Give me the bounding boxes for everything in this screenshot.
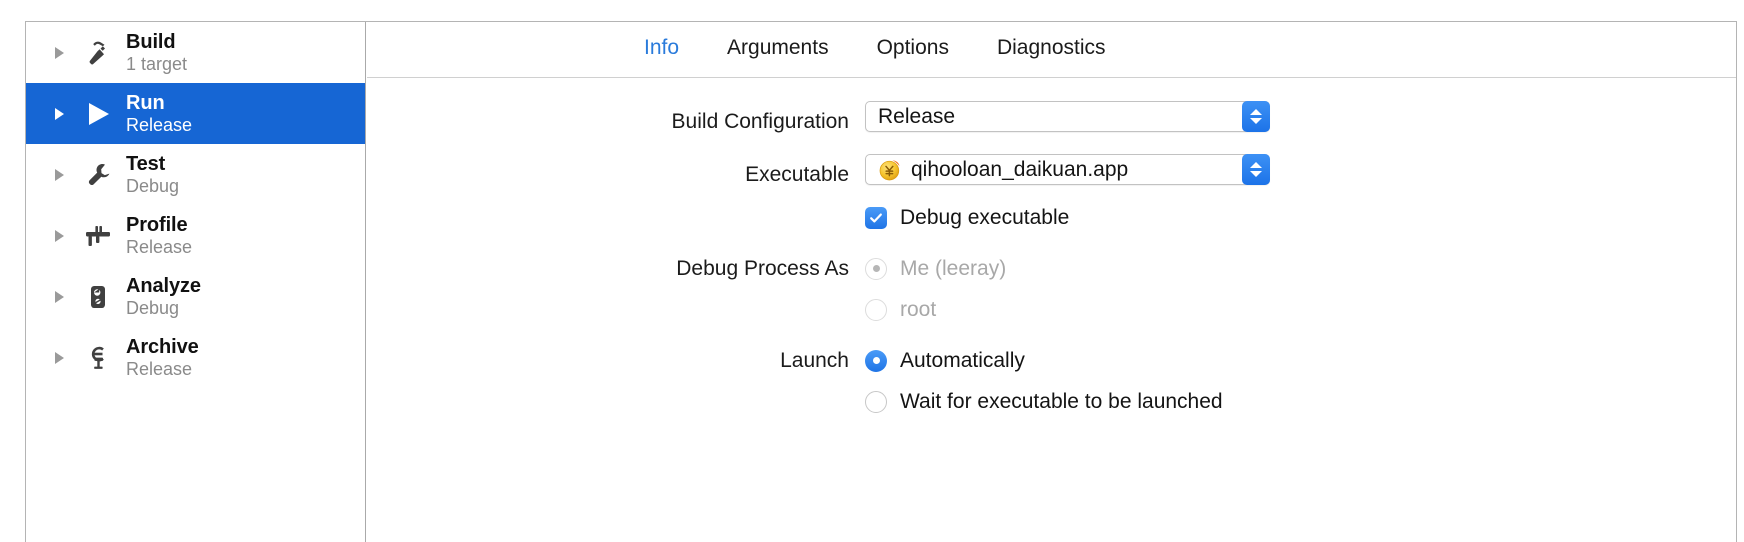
sidebar-item-analyze[interactable]: Analyze Debug xyxy=(26,266,365,327)
executable-row: Executable qihooloan_daikuan.app xyxy=(367,154,1736,187)
sidebar-item-archive-subtitle: Release xyxy=(126,359,193,380)
disclosure-triangle-profile[interactable] xyxy=(26,229,76,242)
sidebar-item-profile-subtitle: Release xyxy=(126,237,193,258)
detail-tabbar: Info Arguments Options Diagnostics xyxy=(367,22,1736,78)
radio-launch-wait[interactable] xyxy=(865,390,887,413)
executable-value: qihooloan_daikuan.app xyxy=(911,157,1129,181)
sidebar-item-test-text: Test Debug xyxy=(126,153,179,197)
debug-process-as-option-me[interactable]: Me (leeray) xyxy=(865,248,1736,289)
sidebar-item-build-text: Build 1 target xyxy=(126,31,187,75)
scheme-actions-sidebar: Build 1 target Run Release Test Debug Pr… xyxy=(26,22,366,542)
debug-process-as-option-root[interactable]: root xyxy=(865,289,1736,330)
launch-wait-label: Wait for executable to be launched xyxy=(900,389,1223,413)
executable-label: Executable xyxy=(745,163,849,186)
executable-select[interactable]: qihooloan_daikuan.app xyxy=(865,154,1270,185)
scheme-detail-pane: Info Arguments Options Diagnostics Build… xyxy=(367,22,1736,542)
sidebar-item-profile[interactable]: Profile Release xyxy=(26,205,365,266)
sidebar-item-run[interactable]: Run Release xyxy=(26,83,365,144)
sidebar-item-build-title: Build xyxy=(126,30,176,53)
sidebar-item-test-title: Test xyxy=(126,152,166,175)
play-icon xyxy=(78,99,118,129)
wrench-icon xyxy=(78,160,118,190)
build-configuration-value: Release xyxy=(878,104,956,128)
chevron-updown-icon-executable[interactable] xyxy=(1242,154,1270,185)
disclosure-triangle-archive[interactable] xyxy=(26,351,76,364)
tab-info[interactable]: Info xyxy=(620,36,703,60)
sidebar-item-archive[interactable]: Archive Release xyxy=(26,327,365,388)
radio-launch-automatically[interactable] xyxy=(865,349,887,372)
sidebar-item-test-subtitle: Debug xyxy=(126,176,180,197)
analyze-icon xyxy=(78,282,118,312)
launch-automatically-label: Automatically xyxy=(900,348,1025,372)
debug-executable-label: Debug executable xyxy=(900,205,1070,229)
sidebar-item-analyze-text: Analyze Debug xyxy=(126,275,201,319)
sidebar-item-profile-title: Profile xyxy=(126,213,188,236)
tab-arguments[interactable]: Arguments xyxy=(703,36,853,60)
sidebar-item-build[interactable]: Build 1 target xyxy=(26,22,365,83)
debug-process-root-label: root xyxy=(900,297,937,321)
radio-debug-process-me[interactable] xyxy=(865,257,887,280)
debug-executable-row: Debug executable xyxy=(367,197,1736,238)
sidebar-item-test[interactable]: Test Debug xyxy=(26,144,365,205)
window-left-margin xyxy=(0,0,25,542)
sidebar-item-run-subtitle: Release xyxy=(126,115,193,136)
sidebar-item-archive-text: Archive Release xyxy=(126,336,199,380)
tab-diagnostics[interactable]: Diagnostics xyxy=(973,36,1130,60)
disclosure-triangle-build[interactable] xyxy=(26,46,76,59)
debug-executable-control[interactable]: Debug executable xyxy=(865,197,1736,238)
xcode-scheme-editor-window: Build 1 target Run Release Test Debug Pr… xyxy=(0,0,1744,542)
clamp-icon xyxy=(78,343,118,373)
build-configuration-label: Build Configuration xyxy=(671,110,849,133)
tab-options[interactable]: Options xyxy=(853,36,973,60)
tab-list: Info Arguments Options Diagnostics xyxy=(620,36,1130,60)
caliper-icon xyxy=(78,221,118,251)
sidebar-item-analyze-title: Analyze xyxy=(126,274,201,297)
build-configuration-row: Build Configuration Release xyxy=(367,101,1736,134)
launch-label: Launch xyxy=(780,349,849,372)
debug-process-as-row: Debug Process As Me (leeray) root xyxy=(367,248,1736,330)
launch-option-wait[interactable]: Wait for executable to be launched xyxy=(865,381,1736,422)
sidebar-item-run-title: Run xyxy=(126,91,165,114)
disclosure-triangle-run[interactable] xyxy=(26,107,76,120)
sidebar-item-run-text: Run Release xyxy=(126,92,192,136)
disclosure-triangle-test[interactable] xyxy=(26,168,76,181)
launch-option-automatically[interactable]: Automatically xyxy=(865,340,1736,381)
build-configuration-select[interactable]: Release xyxy=(865,101,1270,132)
chevron-updown-icon-build-configuration[interactable] xyxy=(1242,101,1270,132)
sidebar-item-build-subtitle: 1 target xyxy=(126,54,188,75)
executable-value-wrap: qihooloan_daikuan.app xyxy=(866,158,1128,182)
sidebar-item-analyze-subtitle: Debug xyxy=(126,298,180,319)
debug-process-me-label: Me (leeray) xyxy=(900,256,1007,280)
info-form: Build Configuration Release Executable q… xyxy=(367,78,1736,422)
scheme-editor-panel: Build 1 target Run Release Test Debug Pr… xyxy=(25,21,1737,542)
yen-coin-app-icon xyxy=(878,158,902,182)
sidebar-item-archive-title: Archive xyxy=(126,335,199,358)
hammer-icon xyxy=(78,38,118,68)
sidebar-item-profile-text: Profile Release xyxy=(126,214,192,258)
launch-row: Launch Automatically Wait for executable… xyxy=(367,340,1736,422)
checkbox-debug-executable[interactable] xyxy=(865,206,887,229)
debug-process-as-label: Debug Process As xyxy=(676,257,849,280)
disclosure-triangle-analyze[interactable] xyxy=(26,290,76,303)
radio-debug-process-root[interactable] xyxy=(865,298,887,321)
